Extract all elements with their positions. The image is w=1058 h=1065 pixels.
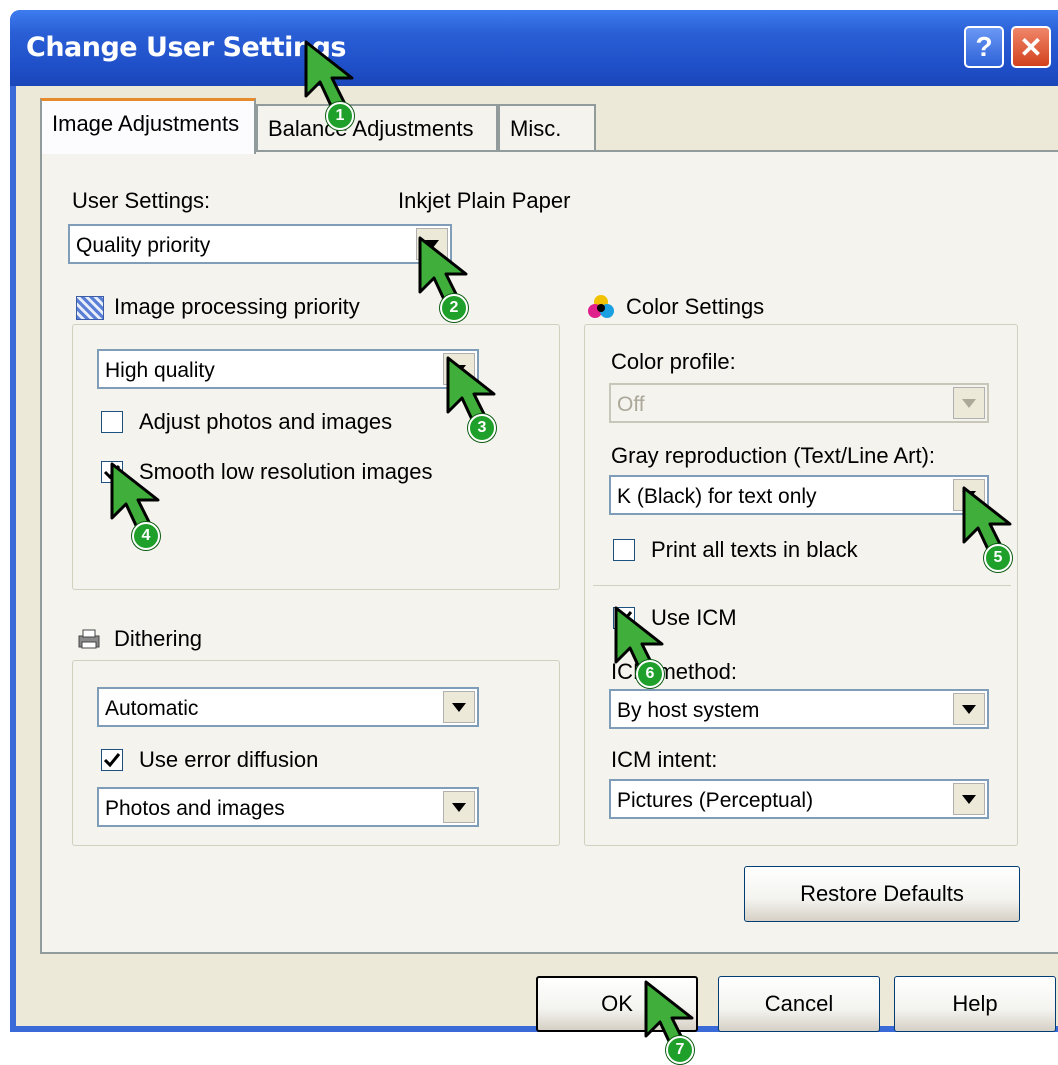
gray-reproduction-select[interactable]: K (Black) for text only bbox=[609, 475, 989, 515]
callout-badge-2: 2 bbox=[440, 294, 468, 322]
error-diffusion-checkbox[interactable] bbox=[101, 749, 123, 771]
error-diffusion-label: Use error diffusion bbox=[139, 747, 319, 772]
chevron-down-icon[interactable] bbox=[443, 691, 475, 723]
user-settings-value: Quality priority bbox=[76, 234, 211, 257]
icm-intent-select[interactable]: Pictures (Perceptual) bbox=[609, 779, 989, 819]
tab-label: Misc. bbox=[510, 116, 562, 141]
gray-reproduction-value: K (Black) for text only bbox=[617, 485, 817, 508]
close-button[interactable]: ✕ bbox=[1011, 26, 1051, 68]
media-type-label: Inkjet Plain Paper bbox=[398, 188, 571, 213]
chevron-down-icon[interactable] bbox=[953, 693, 985, 725]
dithering-select[interactable]: Automatic bbox=[97, 687, 479, 727]
color-settings-title: Color Settings bbox=[626, 294, 765, 319]
adjust-photos-label: Adjust photos and images bbox=[139, 409, 393, 434]
color-profile-label: Color profile: bbox=[611, 349, 736, 374]
smooth-low-res-label: Smooth low resolution images bbox=[139, 459, 433, 484]
tab-label: Image Adjustments bbox=[52, 111, 240, 136]
help-button[interactable]: Help bbox=[894, 976, 1056, 1032]
window-title: Change User Settings bbox=[26, 32, 347, 63]
dithering-value: Automatic bbox=[105, 697, 199, 720]
color-profile-select[interactable]: Off bbox=[609, 383, 989, 423]
help-label: Help bbox=[952, 991, 998, 1016]
restore-defaults-label: Restore Defaults bbox=[800, 881, 964, 906]
cancel-button[interactable]: Cancel bbox=[718, 976, 880, 1032]
tab-image-adjustments[interactable]: Image Adjustments bbox=[40, 98, 256, 154]
divider bbox=[593, 585, 1011, 586]
callout-badge-7: 7 bbox=[666, 1036, 694, 1064]
callout-badge-3: 3 bbox=[468, 414, 496, 442]
tab-misc[interactable]: Misc. bbox=[498, 104, 596, 154]
tab-label: Balance Adjustments bbox=[268, 116, 474, 141]
callout-badge-6: 6 bbox=[636, 660, 664, 688]
tab-panel: User Settings: Inkjet Plain Paper Qualit… bbox=[40, 150, 1058, 954]
image-processing-value: High quality bbox=[105, 359, 215, 382]
callout-badge-5: 5 bbox=[984, 544, 1012, 572]
question-icon: ? bbox=[975, 31, 993, 62]
color-profile-value: Off bbox=[617, 393, 645, 416]
chevron-down-icon[interactable] bbox=[953, 783, 985, 815]
chevron-down-icon[interactable] bbox=[953, 387, 985, 419]
print-black-label: Print all texts in black bbox=[651, 537, 858, 562]
image-processing-icon bbox=[76, 296, 104, 320]
user-settings-label: User Settings: bbox=[72, 188, 211, 213]
print-black-checkbox[interactable] bbox=[613, 539, 635, 561]
icm-intent-value: Pictures (Perceptual) bbox=[617, 789, 814, 812]
restore-defaults-button[interactable]: Restore Defaults bbox=[744, 866, 1020, 922]
adjust-photos-checkbox[interactable] bbox=[101, 411, 123, 433]
icm-intent-label: ICM intent: bbox=[611, 747, 718, 772]
color-settings-icon bbox=[588, 294, 614, 320]
cancel-label: Cancel bbox=[764, 991, 834, 1016]
help-titlebar-button[interactable]: ? bbox=[964, 26, 1004, 68]
dithering-mode-value: Photos and images bbox=[105, 797, 285, 820]
gray-reproduction-label: Gray reproduction (Text/Line Art): bbox=[611, 443, 936, 468]
close-icon: ✕ bbox=[1019, 31, 1043, 63]
dithering-mode-select[interactable]: Photos and images bbox=[97, 787, 479, 827]
color-settings-group: Color profile: Off Gray reproduction (Te… bbox=[584, 324, 1018, 846]
icm-method-select[interactable]: By host system bbox=[609, 689, 989, 729]
title-bar[interactable]: Change User Settings ? ✕ bbox=[10, 10, 1058, 86]
chevron-down-icon[interactable] bbox=[443, 791, 475, 823]
callout-badge-1: 1 bbox=[326, 102, 354, 130]
image-processing-select[interactable]: High quality bbox=[97, 349, 479, 389]
callout-badge-4: 4 bbox=[132, 522, 160, 550]
image-processing-title: Image processing priority bbox=[114, 294, 360, 319]
printer-icon bbox=[76, 628, 102, 650]
dialog-client: Image Adjustments Balance Adjustments Mi… bbox=[16, 86, 1058, 1032]
dithering-group: Automatic Use error diffusion Photos and… bbox=[72, 660, 560, 846]
user-settings-select[interactable]: Quality priority bbox=[68, 224, 452, 264]
dithering-title: Dithering bbox=[114, 626, 203, 651]
icm-method-value: By host system bbox=[617, 699, 760, 722]
ok-label: OK bbox=[601, 991, 633, 1016]
tab-balance-adjustments[interactable]: Balance Adjustments bbox=[256, 104, 498, 154]
